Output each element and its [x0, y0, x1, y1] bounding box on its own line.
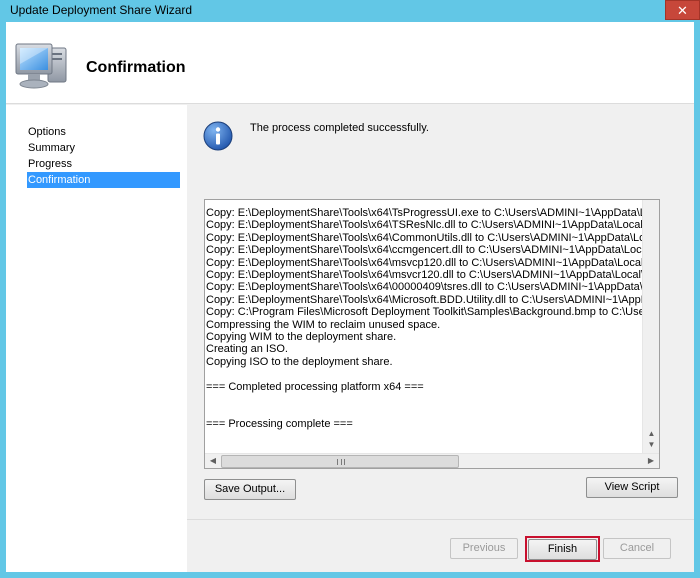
- wizard-header: Confirmation: [6, 22, 694, 104]
- scroll-down-icon[interactable]: ▼: [643, 437, 659, 453]
- log-line: Copy: E:\DeploymentShare\Tools\x64\Micro…: [206, 293, 642, 306]
- nav-item-summary[interactable]: Summary: [27, 140, 180, 156]
- nav-item-progress[interactable]: Progress: [27, 156, 180, 172]
- wizard-step-nav: Options Summary Progress Confirmation: [6, 105, 187, 572]
- computer-monitor-icon: [15, 43, 67, 89]
- title-bar[interactable]: Update Deployment Share Wizard ✕: [0, 0, 700, 22]
- log-line: Copy: E:\DeploymentShare\Tools\x64\Commo…: [206, 231, 642, 244]
- save-output-button[interactable]: Save Output...: [204, 479, 296, 500]
- log-line: Copy: E:\DeploymentShare\Tools\x64\00000…: [206, 281, 642, 294]
- info-icon: [203, 121, 233, 151]
- previous-button[interactable]: Previous: [450, 538, 518, 559]
- log-line: === Completed processing platform x64 ==…: [206, 380, 424, 393]
- finish-button[interactable]: Finish: [528, 539, 597, 560]
- output-log[interactable]: Copy: E:\DeploymentShare\Tools\x64\TsPro…: [204, 199, 660, 469]
- wizard-window: Update Deployment Share Wizard ✕ Confirm…: [0, 0, 700, 578]
- log-line: Compressing the WIM to reclaim unused sp…: [206, 318, 441, 331]
- window-title: Update Deployment Share Wizard: [10, 3, 193, 17]
- log-line: Copy: E:\DeploymentShare\Tools\x64\msvcp…: [206, 256, 642, 269]
- page-title: Confirmation: [86, 59, 186, 76]
- view-script-button[interactable]: View Script: [586, 477, 678, 498]
- vertical-scrollbar[interactable]: ▲ ▼: [642, 200, 659, 453]
- close-button[interactable]: ✕: [665, 0, 700, 20]
- log-line: Copy: E:\DeploymentShare\Tools\x64\ccmge…: [206, 244, 642, 257]
- log-line: Copy: C:\Program Files\Microsoft Deploym…: [206, 306, 642, 319]
- scroll-left-icon[interactable]: ◀: [205, 453, 221, 468]
- footer-divider: [187, 519, 694, 520]
- log-line: Copying WIM to the deployment share.: [206, 331, 397, 344]
- output-log-text: Copy: E:\DeploymentShare\Tools\x64\TsPro…: [205, 207, 642, 455]
- cancel-button[interactable]: Cancel: [603, 538, 671, 559]
- scroll-right-icon[interactable]: ▶: [643, 453, 659, 468]
- log-line: Copy: E:\DeploymentShare\Tools\x64\TSRes…: [206, 219, 642, 232]
- wizard-client-area: Confirmation Options Summary Progress Co…: [6, 22, 694, 572]
- close-icon: ✕: [677, 3, 688, 18]
- log-line: Copy: E:\DeploymentShare\Tools\x64\TsPro…: [206, 207, 642, 219]
- nav-item-options[interactable]: Options: [27, 124, 180, 140]
- log-line: Creating an ISO.: [206, 343, 288, 356]
- scroll-grip-icon: [337, 459, 345, 465]
- nav-item-confirmation[interactable]: Confirmation: [27, 172, 180, 188]
- horizontal-scrollbar[interactable]: ◀ ▶: [205, 453, 659, 468]
- log-line: Copy: E:\DeploymentShare\Tools\x64\msvcr…: [206, 269, 642, 282]
- log-line: === Processing complete ===: [206, 417, 353, 430]
- log-line: Copying ISO to the deployment share.: [206, 355, 393, 368]
- status-message: The process completed successfully.: [250, 122, 429, 134]
- horizontal-scroll-thumb[interactable]: [221, 455, 459, 468]
